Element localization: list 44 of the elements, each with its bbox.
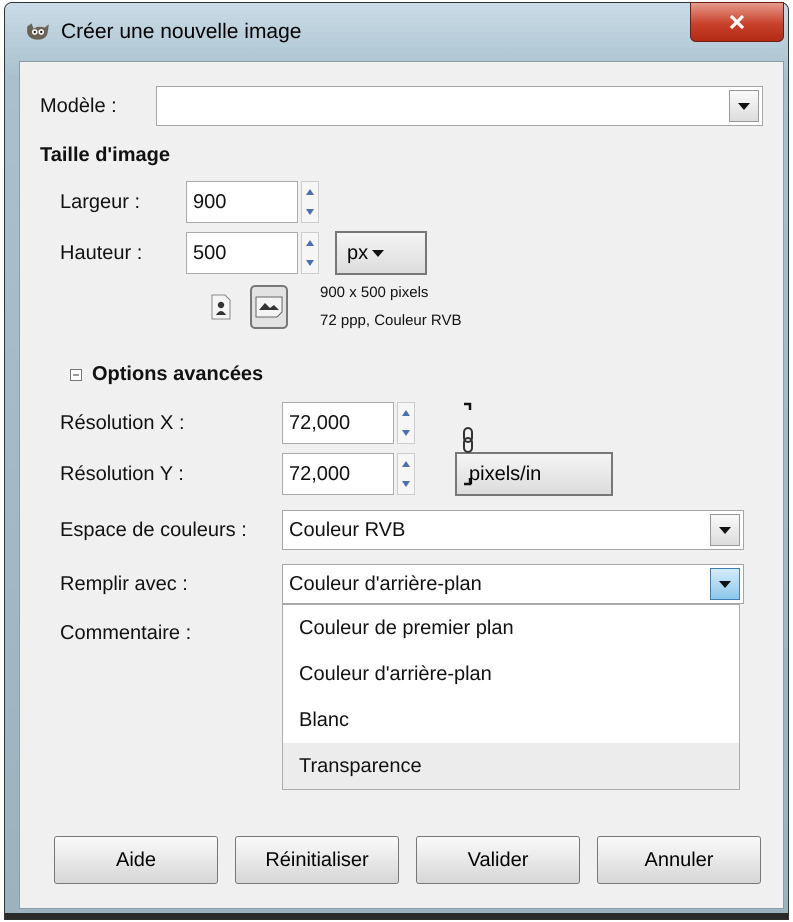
spin-buttons[interactable]	[301, 232, 319, 274]
window-title: Créer une nouvelle image	[61, 20, 302, 44]
spin-buttons[interactable]	[397, 402, 415, 444]
landscape-button[interactable]	[250, 285, 288, 329]
spin-buttons[interactable]	[397, 453, 415, 495]
field-label: Commentaire :	[60, 622, 192, 644]
dialog-button[interactable]: Aide	[54, 836, 218, 884]
close-icon	[729, 15, 745, 29]
field-label: Résolution Y :	[60, 462, 185, 486]
caret-icon	[719, 526, 731, 534]
menu-item[interactable]: Couleur d'arrière-plan	[283, 651, 739, 697]
field-label: Espace de couleurs :	[60, 518, 248, 542]
mascot-icon	[25, 22, 51, 42]
unit-dropdown[interactable]: pixels/in	[455, 452, 613, 496]
resolution-x-field[interactable]: 72,000	[282, 402, 394, 444]
resolution-y-field[interactable]: 72,000	[282, 453, 394, 495]
section-heading: Taille d'image	[39, 143, 171, 168]
collapse-toggle[interactable]	[70, 368, 82, 380]
width-field[interactable]: 900	[186, 181, 298, 223]
landscape-icon	[255, 296, 283, 318]
field-label: Largeur :	[60, 190, 142, 214]
menu-item[interactable]: Couleur de premier plan	[283, 605, 739, 651]
portrait-icon	[211, 294, 231, 320]
dialog-button[interactable]: Réinitialiser	[235, 836, 399, 884]
section-heading: Options avancées	[92, 363, 264, 386]
dialog-button[interactable]: Valider	[416, 836, 580, 884]
menu-item[interactable]: Blanc	[283, 697, 739, 743]
caret-icon	[719, 580, 731, 588]
caret-icon	[738, 102, 750, 110]
field-label: Remplir avec :	[60, 572, 189, 596]
close-button[interactable]	[690, 2, 784, 42]
fill-dropdown[interactable]: Couleur d'arrière-plan	[282, 564, 744, 604]
color-space-dropdown[interactable]: Couleur RVB	[282, 510, 744, 550]
menu-item[interactable]: Transparence	[283, 743, 739, 789]
field-label: Résolution X :	[60, 412, 186, 434]
image-info-text: 900 x 500 pixels	[320, 283, 430, 303]
height-field[interactable]: 500	[186, 232, 298, 274]
image-info-text: 72 ppp, Couleur RVB	[320, 311, 462, 331]
unit-dropdown[interactable]: px	[335, 231, 427, 275]
spin-buttons[interactable]	[301, 181, 319, 223]
dialog-button[interactable]: Annuler	[597, 836, 761, 884]
field-label: Modèle :	[39, 94, 118, 118]
caret-icon	[372, 250, 384, 256]
field-label: Hauteur :	[60, 242, 144, 264]
